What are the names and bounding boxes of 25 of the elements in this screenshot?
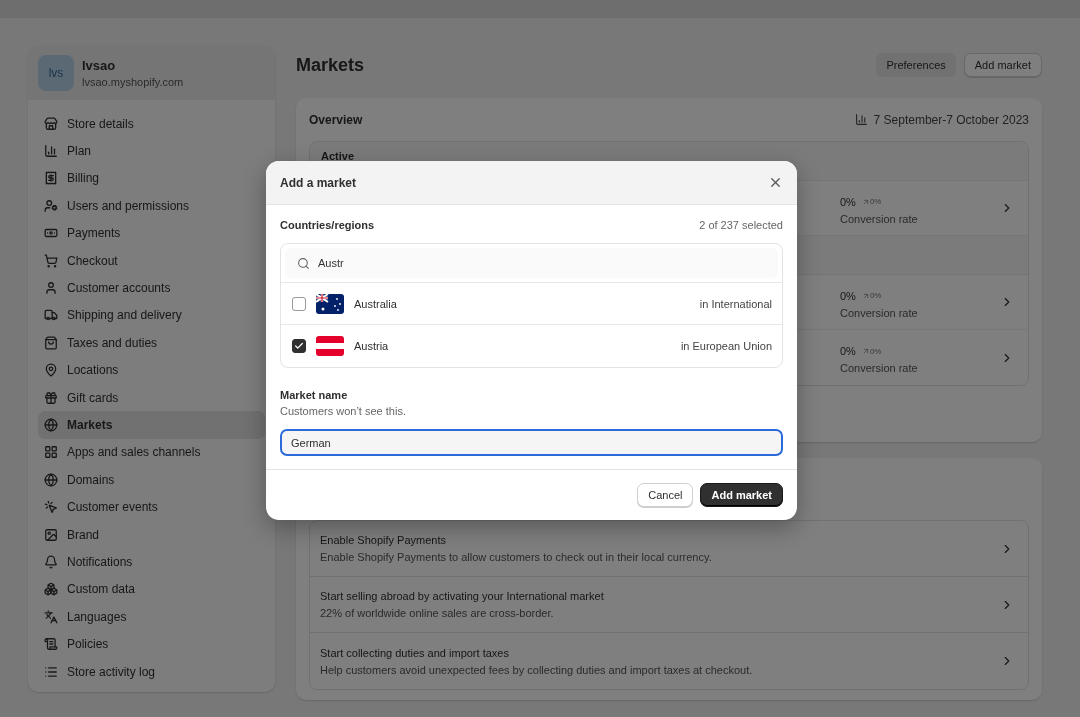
suggestion-title: Enable Shopify Payments (320, 534, 447, 546)
card-title: Overview (309, 112, 363, 127)
store-avatar: lvs (38, 54, 74, 91)
metric-label: Conversion rate (840, 306, 919, 319)
suggestion-title: Start collecting duties and import taxes (320, 646, 510, 659)
suggestion-description: Enable Shopify Payments to allow customers to check out in their local currency. (320, 551, 712, 563)
suggestion-description: Help customers avoid unexpected fees by collecting duties and import taxes at checkout. (320, 663, 753, 676)
store-domain: lvsao.myshopify.com (82, 75, 184, 88)
metric-value: 0% (840, 289, 856, 302)
suggestion-description: 22% of worldwide online sales are cross-border. (320, 607, 555, 619)
field-help: Customers won’t see this. (280, 405, 407, 417)
metric-label: Conversion rate (840, 212, 919, 225)
metric-label: Conversion rate (840, 362, 919, 374)
page-title: Markets (296, 54, 365, 76)
metric-value: 0% (840, 195, 856, 208)
store-name: lvsao (82, 57, 117, 73)
selection-count: 2 of 237 selected (699, 219, 783, 231)
field-label: Market name (280, 389, 349, 401)
country-name: Australia (354, 297, 398, 310)
country-name: Austria (354, 340, 390, 352)
country-region: in International (699, 297, 772, 310)
metric-value: 0% (840, 345, 856, 357)
suggestion-title: Start selling abroad by activating your International market (320, 590, 604, 602)
country-region: in European Union (680, 340, 772, 352)
section-label: Countries/regions (280, 219, 375, 231)
